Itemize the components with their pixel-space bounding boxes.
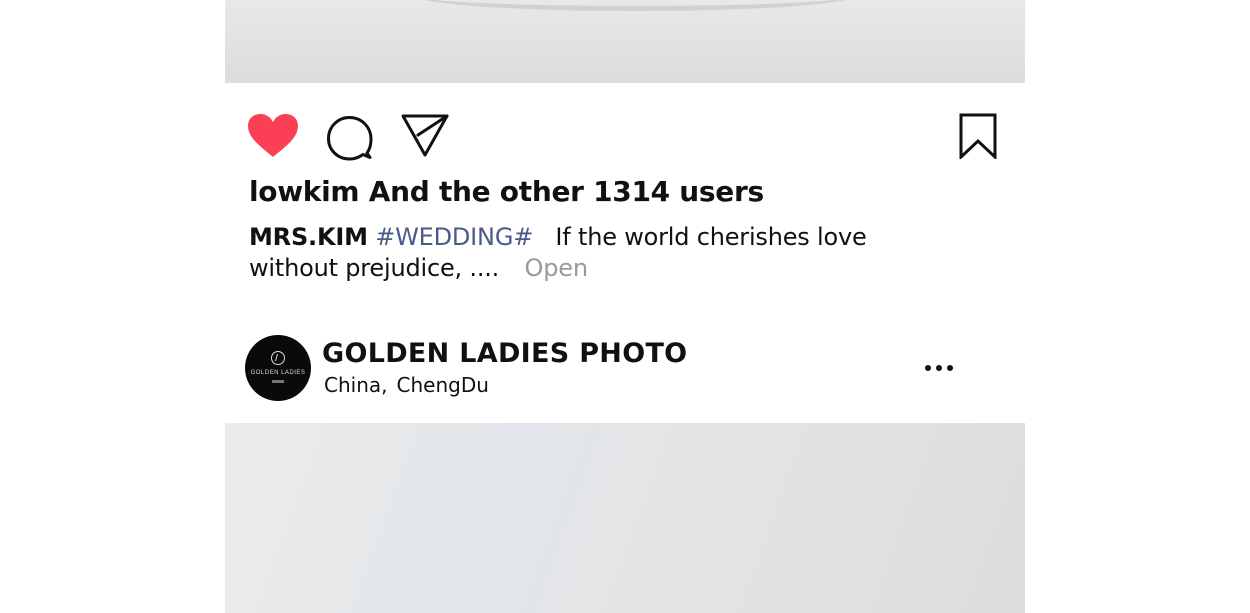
avatar-brand-text: GOLDEN LADIES	[250, 370, 306, 376]
post-image-previous[interactable]	[225, 0, 1025, 83]
more-options-icon[interactable]	[925, 360, 959, 376]
account-name[interactable]: GOLDEN LADIES PHOTO	[322, 338, 687, 369]
caption-author[interactable]: MRS.KIM	[249, 223, 368, 251]
likes-summary[interactable]: lowkim And the other 1314 users	[249, 175, 764, 208]
feed: lowkim And the other 1314 users MRS.KIM …	[225, 0, 1025, 613]
brand-logo-icon	[271, 351, 285, 365]
avatar[interactable]: GOLDEN LADIES	[245, 335, 311, 401]
post-image[interactable]	[225, 423, 1025, 613]
send-paper-plane-icon[interactable]	[401, 113, 449, 157]
image-shadow	[415, 0, 855, 11]
caption-open-link[interactable]: Open	[525, 254, 589, 282]
bookmark-icon[interactable]	[959, 113, 997, 161]
post-header: GOLDEN LADIES GOLDEN LADIES PHOTO China,…	[225, 330, 1025, 422]
post-action-bar	[225, 83, 1025, 175]
caption-hashtag[interactable]: #WEDDING#	[375, 223, 533, 251]
location-city: ChengDu	[396, 373, 489, 397]
location-country: China,	[324, 373, 388, 397]
post-location[interactable]: China, ChengDu	[324, 373, 489, 397]
comment-bubble-icon[interactable]	[327, 115, 373, 161]
heart-icon[interactable]	[247, 113, 299, 159]
avatar-brand-subline	[245, 380, 311, 384]
post-caption: MRS.KIM #WEDDING# If the world cherishes…	[249, 222, 949, 284]
